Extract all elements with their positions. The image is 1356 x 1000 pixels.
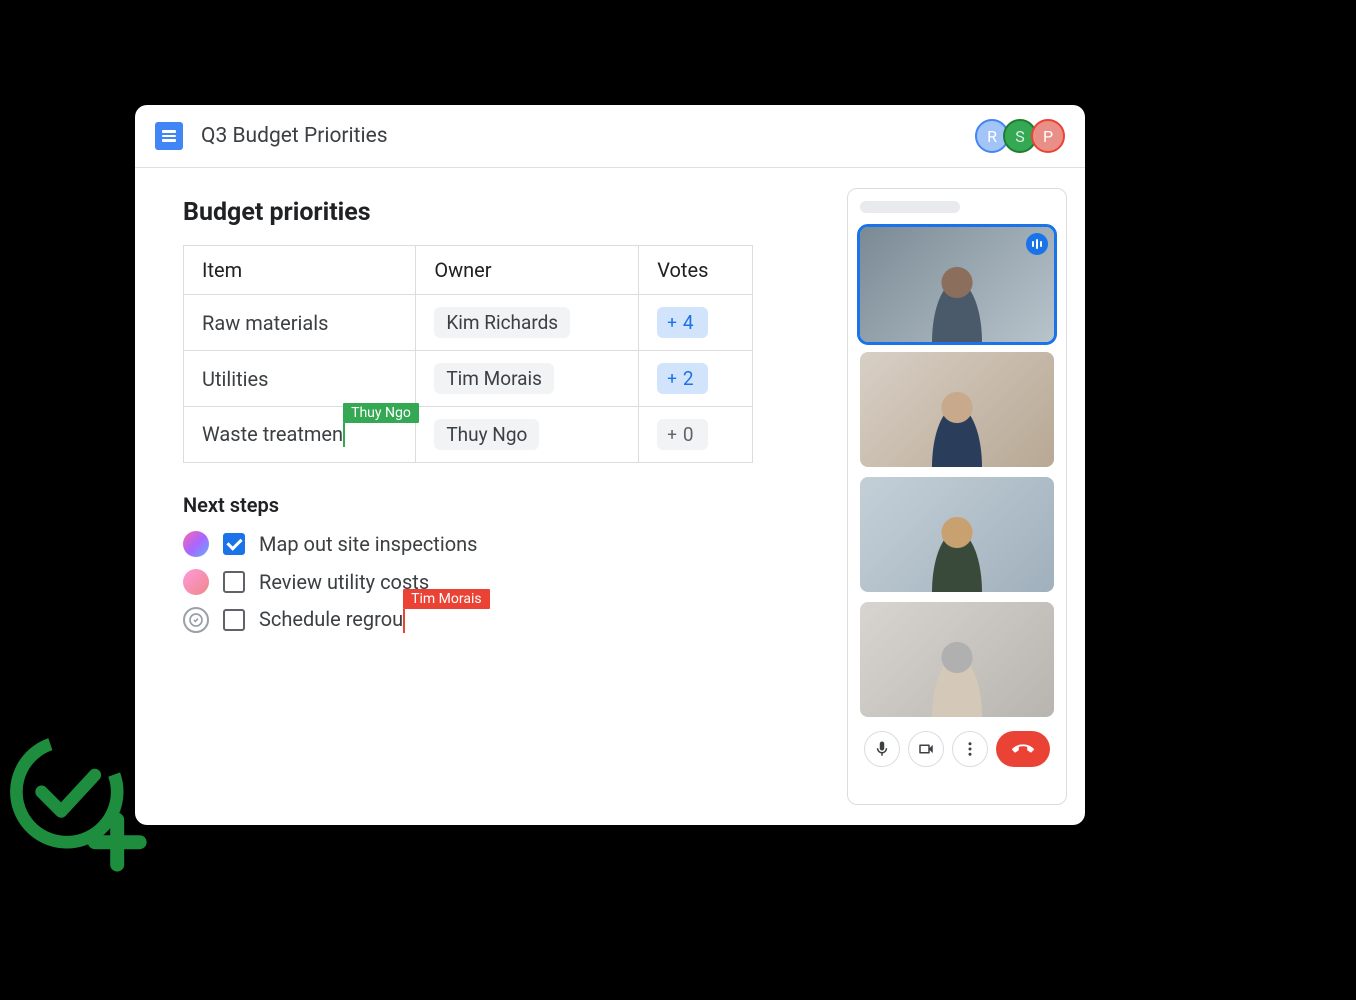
more-options-button[interactable] [952, 731, 988, 767]
participant-video [922, 257, 992, 342]
checkbox[interactable] [223, 533, 245, 555]
participant-video [922, 382, 992, 467]
participant-video [922, 507, 992, 592]
document-window: Q3 Budget Priorities R S P Budget priori… [135, 105, 1085, 825]
document-header: Q3 Budget Priorities R S P [135, 105, 1085, 168]
checklist-item: Review utility costs [183, 569, 799, 595]
docs-app-icon[interactable] [155, 122, 183, 150]
more-vertical-icon [961, 740, 979, 758]
camera-button[interactable] [908, 731, 944, 767]
collaborator-cursor: Tim Morais [403, 609, 405, 633]
collaborator-avatar[interactable]: P [1031, 119, 1065, 153]
assign-add-icon[interactable] [183, 607, 209, 633]
owner-chip[interactable]: Thuy Ngo [434, 419, 539, 450]
meet-title-placeholder [860, 201, 960, 213]
plus-icon: + [667, 425, 677, 445]
item-cell[interactable]: Raw materials [184, 295, 416, 351]
meet-participant-tile[interactable] [860, 477, 1054, 592]
assignee-avatar-group[interactable] [183, 531, 209, 557]
owner-cell[interactable]: Tim Morais [416, 351, 639, 407]
assignee-avatar[interactable] [183, 569, 209, 595]
collaborator-cursor: Thuy Ngo [343, 423, 345, 447]
meet-participant-tile[interactable] [860, 602, 1054, 717]
table-header-owner: Owner [416, 246, 639, 295]
plus-icon: + [667, 369, 677, 389]
votes-cell[interactable]: +4 [639, 295, 753, 351]
meet-side-panel [847, 188, 1067, 805]
document-title[interactable]: Q3 Budget Priorities [201, 124, 981, 148]
collaborator-avatars: R S P [981, 119, 1065, 153]
table-header-item: Item [184, 246, 416, 295]
checklist-item: Schedule regrouTim Morais [183, 607, 799, 633]
next-steps-section: Next steps Map out site inspections Revi… [183, 493, 799, 633]
owner-cell[interactable]: Kim Richards [416, 295, 639, 351]
checklist-text[interactable]: Schedule regrouTim Morais [259, 607, 405, 633]
meet-participant-tile[interactable] [860, 352, 1054, 467]
mic-button[interactable] [864, 731, 900, 767]
hangup-button[interactable] [996, 731, 1050, 767]
table-row: Waste treatmenThuy Ngo Thuy Ngo +0 [184, 407, 753, 463]
mic-icon [873, 740, 891, 758]
meet-participant-tile[interactable] [860, 227, 1054, 342]
votes-cell[interactable]: +0 [639, 407, 753, 463]
vote-chip[interactable]: +4 [657, 307, 707, 338]
cursor-user-label: Tim Morais [403, 589, 489, 609]
budget-priorities-table: Item Owner Votes Raw materials Kim Richa… [183, 245, 753, 463]
section-heading: Budget priorities [183, 198, 799, 227]
vote-chip[interactable]: +0 [657, 419, 707, 450]
meet-controls [860, 731, 1054, 767]
owner-cell[interactable]: Thuy Ngo [416, 407, 639, 463]
table-header-votes: Votes [639, 246, 753, 295]
participant-video [922, 632, 992, 717]
table-row: Raw materials Kim Richards +4 [184, 295, 753, 351]
document-body: Budget priorities Item Owner Votes Raw m… [135, 168, 1085, 825]
plus-icon: + [667, 313, 677, 333]
document-content[interactable]: Budget priorities Item Owner Votes Raw m… [135, 168, 847, 825]
checkbox[interactable] [223, 609, 245, 631]
owner-chip[interactable]: Kim Richards [434, 307, 570, 338]
next-steps-heading: Next steps [183, 493, 799, 517]
task-add-overlay-icon [8, 733, 148, 873]
checklist-text[interactable]: Map out site inspections [259, 532, 477, 556]
item-cell[interactable]: Waste treatmenThuy Ngo [184, 407, 416, 463]
phone-hangup-icon [1012, 738, 1034, 760]
checkbox[interactable] [223, 571, 245, 593]
camera-icon [917, 740, 935, 758]
votes-cell[interactable]: +2 [639, 351, 753, 407]
owner-chip[interactable]: Tim Morais [434, 363, 554, 394]
vote-chip[interactable]: +2 [657, 363, 707, 394]
table-row: Utilities Tim Morais +2 [184, 351, 753, 407]
checklist-item: Map out site inspections [183, 531, 799, 557]
cursor-user-label: Thuy Ngo [343, 403, 419, 423]
speaking-indicator-icon [1026, 233, 1048, 255]
item-cell[interactable]: Utilities [184, 351, 416, 407]
